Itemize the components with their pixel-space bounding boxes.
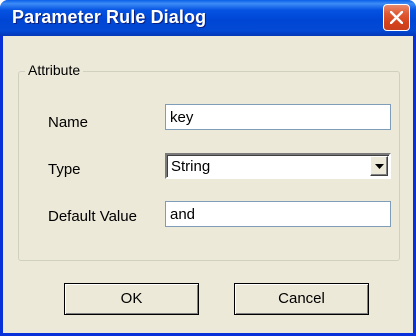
dropdown-arrow-icon: [375, 164, 384, 169]
type-selected-value: String: [171, 158, 211, 175]
parameter-rule-dialog: Parameter Rule Dialog Attribute Name Typ…: [0, 0, 416, 336]
type-dropdown-button[interactable]: [370, 156, 388, 176]
close-button[interactable]: [383, 4, 410, 31]
name-field[interactable]: [165, 104, 391, 130]
type-label: Type: [48, 161, 81, 178]
name-label: Name: [48, 114, 89, 131]
ok-button-label: OK: [120, 290, 143, 307]
default-value-label: Default Value: [48, 208, 137, 225]
type-select[interactable]: String: [165, 153, 391, 179]
attribute-group-legend: Attribute: [25, 62, 84, 78]
default-value-field[interactable]: [165, 201, 391, 227]
close-x-icon: [390, 11, 403, 24]
cancel-button[interactable]: Cancel: [234, 283, 369, 315]
title-bar[interactable]: Parameter Rule Dialog: [0, 0, 416, 36]
cancel-button-label: Cancel: [278, 290, 325, 307]
dialog-title: Parameter Rule Dialog: [12, 7, 207, 27]
ok-button[interactable]: OK: [64, 283, 199, 315]
